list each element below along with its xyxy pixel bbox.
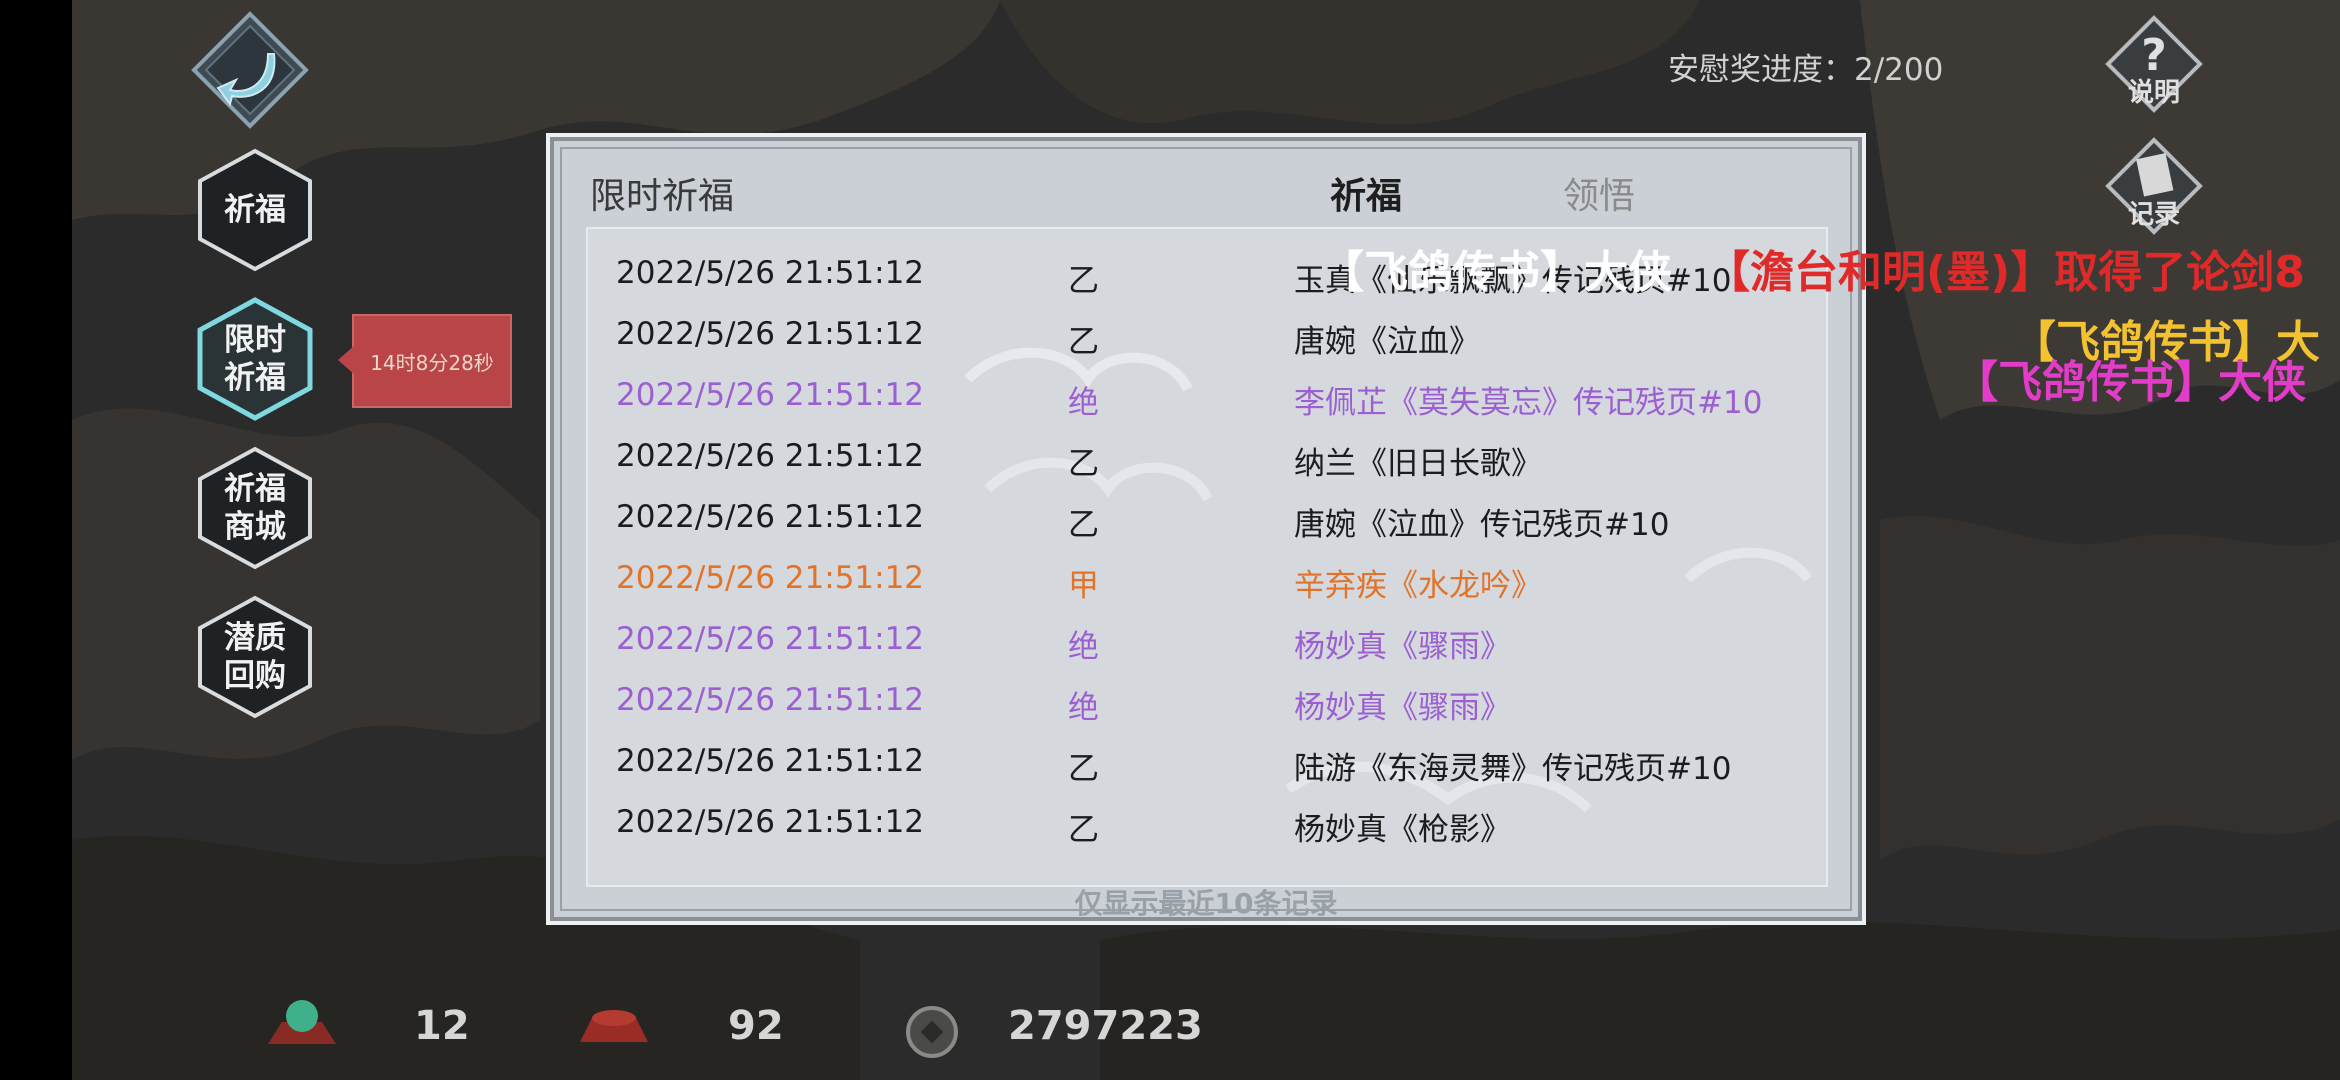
sidebar-item-potential-buyback[interactable]: 潜质 回购 (195, 595, 315, 719)
table-row: 2022/5/26 21:51:12 绝 杨妙真《骤雨》 (588, 670, 1826, 731)
table-row: 2022/5/26 21:51:12 乙 唐婉《泣血》传记残页#10 (588, 487, 1826, 548)
record-item: 杨妙真《枪影》 (1294, 812, 1511, 848)
broadcast-message: 【澹台和明(墨)】取得了论剑8 (1706, 247, 2305, 298)
record-item: 纳兰《旧日长歌》 (1294, 446, 1542, 482)
sidebar-item-label: 潜质 回购 (224, 620, 286, 694)
record-grade: 绝 (1068, 629, 1099, 665)
record-grade: 绝 (1068, 690, 1099, 726)
token-icon (580, 1010, 648, 1042)
sidebar-item-label: 祈福 (224, 192, 286, 228)
coin-count: 2797223 (1008, 1003, 1203, 1049)
left-black-bar (0, 0, 72, 1080)
table-row: 2022/5/26 21:51:12 乙 唐婉《泣血》 (588, 304, 1826, 365)
table-row: 2022/5/26 21:51:12 绝 杨妙真《骤雨》 (588, 609, 1826, 670)
back-button[interactable] (190, 10, 310, 130)
record-item: 唐婉《泣血》传记残页#10 (1294, 507, 1670, 543)
record-grade: 乙 (1068, 446, 1099, 482)
recent-records-note: 仅显示最近10条记录 (1074, 887, 1338, 920)
record-grade: 乙 (1068, 812, 1099, 848)
record-item: 陆游《东海灵舞》传记残页#10 (1294, 751, 1732, 787)
record-time: 2022/5/26 21:51:12 (616, 499, 925, 535)
table-row: 2022/5/26 21:51:12 乙 纳兰《旧日长歌》 (588, 426, 1826, 487)
sidebar-item-pray-shop[interactable]: 祈福 商城 (195, 446, 315, 570)
table-row: 2022/5/26 21:51:12 绝 李佩芷《莫失莫忘》传记残页#10 (588, 365, 1826, 426)
jade-orb-icon (268, 1000, 336, 1044)
table-row: 2022/5/26 21:51:12 乙 杨妙真《枪影》 (588, 792, 1826, 853)
coin-icon (906, 1006, 958, 1058)
help-button[interactable]: ? 说明 (2104, 14, 2204, 114)
record-time: 2022/5/26 21:51:12 (616, 255, 925, 291)
broadcast-message: 【飞鸽传书】大侠 (1320, 247, 1672, 298)
sidebar-item-pray[interactable]: 祈福 (195, 148, 315, 272)
table-row: 2022/5/26 21:51:12 乙 陆游《东海灵舞》传记残页#10 (588, 731, 1826, 792)
sidebar-item-label: 祈福 商城 (224, 471, 286, 545)
help-label: 说明 (2127, 78, 2180, 108)
record-label: 记录 (2127, 200, 2180, 230)
record-time: 2022/5/26 21:51:12 (616, 377, 925, 413)
consolation-progress: 安慰奖进度：2/200 (1668, 52, 1944, 88)
record-button[interactable]: 记录 (2104, 136, 2204, 236)
panel-title: 限时祈福 (590, 176, 735, 217)
back-arrow-icon (191, 11, 309, 129)
record-item: 李佩芷《莫失莫忘》传记残页#10 (1294, 385, 1763, 421)
broadcast-message: 【飞鸽传书】大侠 (1954, 357, 2306, 408)
record-time: 2022/5/26 21:51:12 (616, 621, 925, 657)
sidebar-item-limited-pray[interactable]: 限时 祈福 (195, 297, 315, 421)
jade-count: 12 (414, 1003, 470, 1049)
sidebar-item-label: 限时 祈福 (224, 322, 286, 396)
record-time: 2022/5/26 21:51:12 (616, 743, 925, 779)
record-list[interactable]: 2022/5/26 21:51:12 乙玉真《仙乐飘飘》传记残页#10 2022/5… (586, 227, 1828, 887)
record-time: 2022/5/26 21:51:12 (616, 804, 925, 840)
record-item: 辛弃疾《水龙吟》 (1294, 568, 1542, 604)
record-grade: 乙 (1068, 263, 1099, 299)
token-count: 92 (728, 1003, 784, 1049)
record-time: 2022/5/26 21:51:12 (616, 560, 925, 596)
record-time: 2022/5/26 21:51:12 (616, 682, 925, 718)
tab-comprehend[interactable]: 领悟 (1563, 167, 1635, 219)
record-grade: 绝 (1068, 385, 1099, 421)
tab-pray[interactable]: 祈福 (1330, 167, 1402, 219)
record-grade: 甲 (1068, 568, 1099, 604)
record-time: 2022/5/26 21:51:12 (616, 438, 925, 474)
record-item: 杨妙真《骤雨》 (1294, 690, 1511, 726)
record-time: 2022/5/26 21:51:12 (616, 316, 925, 352)
record-item: 唐婉《泣血》 (1294, 324, 1480, 360)
limited-timer-badge: 14时8分28秒 (338, 314, 512, 408)
table-row: 2022/5/26 21:51:12 甲 辛弃疾《水龙吟》 (588, 548, 1826, 609)
record-grade: 乙 (1068, 507, 1099, 543)
record-item: 杨妙真《骤雨》 (1294, 629, 1511, 665)
record-grade: 乙 (1068, 324, 1099, 360)
record-grade: 乙 (1068, 751, 1099, 787)
